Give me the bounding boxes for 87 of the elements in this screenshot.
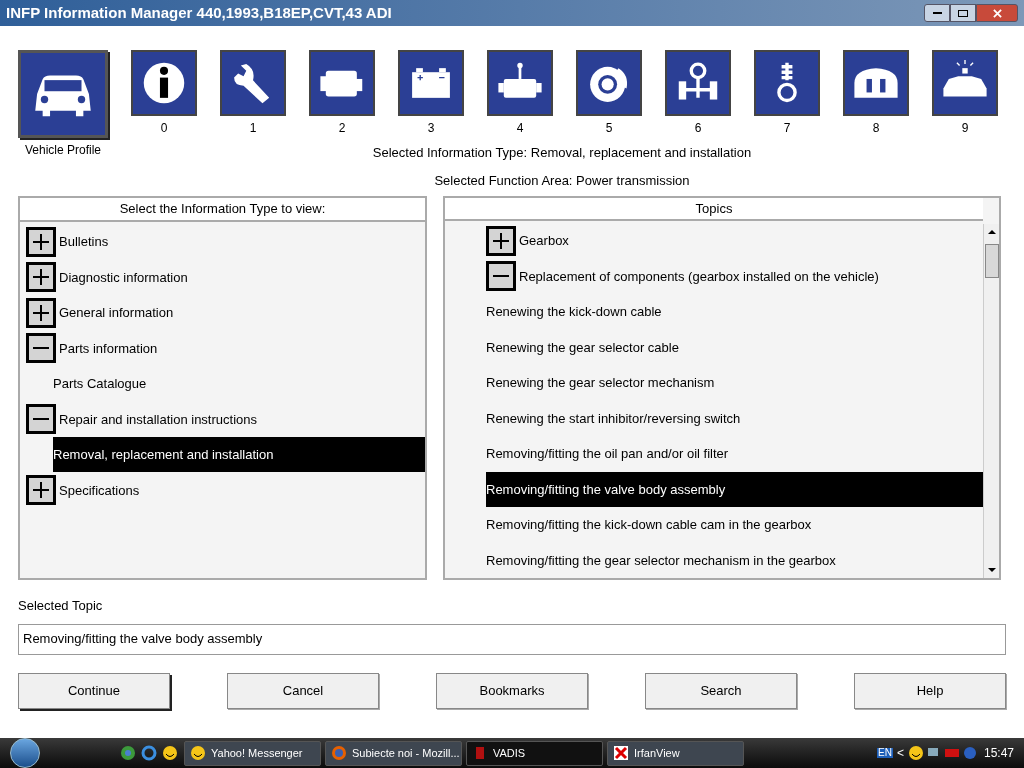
toolbar-label: 2: [338, 120, 346, 137]
dialog-button[interactable]: Search: [645, 672, 797, 709]
tree-item[interactable]: Parts information: [59, 330, 425, 366]
tree-item[interactable]: Removing/fitting the kick-down cable cam in the gearbox: [486, 507, 983, 543]
toolbar-label: 3: [427, 120, 435, 137]
dialog-button[interactable]: Help: [854, 672, 1006, 709]
tree-item[interactable]: Replacement of components (gearbox installed on the vehicle): [519, 258, 879, 294]
toolbar-button[interactable]: [932, 50, 998, 116]
scroll-down-icon[interactable]: [987, 566, 996, 574]
minimize-button[interactable]: [924, 4, 950, 22]
toolbar-button[interactable]: [487, 50, 553, 116]
collapse-button[interactable]: [26, 333, 56, 364]
panel-heading: Topics: [445, 198, 983, 221]
function-area-text: Selected Function Area: Power transmission: [433, 171, 691, 190]
scroll-up-icon[interactable]: [987, 228, 996, 236]
toolbar-button[interactable]: [131, 50, 197, 116]
taskbar-button[interactable]: Yahoo! Messenger: [184, 740, 321, 766]
tree-item[interactable]: Renewing the gear selector mechanism: [486, 365, 983, 401]
minus-icon: [33, 347, 49, 350]
toolbar-button[interactable]: [18, 50, 108, 138]
plus-icon: [33, 233, 49, 250]
taskbar-button[interactable]: IrfanView: [607, 740, 744, 766]
close-button[interactable]: [976, 4, 1018, 22]
toolbar-label: 5: [605, 120, 613, 137]
plus-icon: [33, 304, 49, 321]
smiley-icon: [162, 745, 178, 761]
dialog-button[interactable]: Bookmarks: [436, 672, 588, 709]
toolbar-label: 6: [694, 120, 702, 137]
window-title: INFP Information Manager 440,1993,B18EP,CVT,43 ADI: [6, 2, 393, 23]
minus-icon: [33, 418, 49, 421]
toolbar-label: 4: [516, 120, 524, 137]
tree-item[interactable]: Parts Catalogue: [53, 366, 425, 402]
toolbar-label: 8: [872, 120, 880, 137]
toolbar-button[interactable]: [843, 50, 909, 116]
tree-item[interactable]: Renewing the kick-down cable: [486, 294, 983, 330]
collapse-button[interactable]: [26, 404, 56, 435]
collapse-button[interactable]: [486, 261, 516, 292]
plus-icon: [493, 232, 509, 249]
start-button[interactable]: [10, 738, 40, 768]
expand-button[interactable]: [26, 262, 56, 293]
toolbar-label: Vehicle Profile: [24, 142, 101, 159]
maximize-button[interactable]: [950, 4, 976, 22]
expand-button[interactable]: [26, 475, 56, 506]
tree-item[interactable]: Gearbox: [519, 223, 569, 259]
info-type-text: Selected Information Type: Removal, replacement and installation: [371, 144, 753, 162]
toolbar-button[interactable]: [754, 50, 820, 116]
toolbar-button[interactable]: [309, 50, 375, 116]
scrollbar[interactable]: [983, 224, 999, 578]
tree-item[interactable]: Bulletins: [59, 224, 425, 260]
plus-icon: [33, 482, 49, 499]
toolbar-button[interactable]: [220, 50, 286, 116]
taskbar-button[interactable]: VADIS: [466, 740, 603, 766]
tree-item[interactable]: Removing/fitting the gear selector mechanism in the gearbox: [486, 542, 983, 578]
tree-item[interactable]: Specifications: [59, 472, 425, 508]
tray-expand-button[interactable]: <: [896, 747, 904, 759]
tree-item[interactable]: Removing/fitting the oil pan and/or oil filter: [486, 436, 983, 472]
tree-item[interactable]: Repair and installation instructions: [59, 401, 425, 437]
tree-item[interactable]: Renewing the start inhibitor/reversing switch: [486, 400, 983, 436]
panel-heading: Select the Information Type to view:: [20, 198, 425, 222]
toolbar-label: 0: [160, 120, 168, 137]
selected-topic-label: Selected Topic: [18, 597, 104, 615]
toolbar-button[interactable]: [665, 50, 731, 116]
clock[interactable]: 15:47: [983, 747, 1014, 759]
toolbar-label: 7: [783, 120, 791, 137]
selected-topic-field[interactable]: Removing/fitting the valve body assembly: [18, 623, 1006, 655]
tree-item[interactable]: Diagnostic information: [59, 259, 425, 295]
tree-item[interactable]: Removing/fitting the valve body assembly: [486, 471, 983, 507]
dialog-button[interactable]: Continue: [18, 672, 170, 709]
toolbar-button[interactable]: [576, 50, 642, 116]
expand-button[interactable]: [26, 226, 56, 257]
close-icon: [992, 8, 1002, 18]
toolbar-label: 1: [249, 120, 257, 137]
minus-icon: [493, 275, 509, 278]
tree-item[interactable]: Removal, replacement and installation: [53, 437, 425, 473]
toolbar-button[interactable]: [398, 50, 464, 116]
smiley-icon: [190, 745, 206, 761]
smiley-icon: [907, 745, 924, 761]
tree-item[interactable]: Renewing the gear selector cable: [486, 329, 983, 365]
toolbar-label: 9: [961, 120, 969, 137]
language-indicator[interactable]: EN: [877, 748, 893, 758]
tree-item[interactable]: General information: [59, 295, 425, 331]
taskbar-button[interactable]: Subiecte noi - Mozill...: [325, 740, 462, 766]
expand-button[interactable]: [26, 297, 56, 328]
scroll-thumb[interactable]: [984, 244, 999, 278]
dialog-button[interactable]: Cancel: [227, 672, 379, 709]
expand-button[interactable]: [486, 225, 516, 256]
plus-icon: [33, 269, 49, 286]
